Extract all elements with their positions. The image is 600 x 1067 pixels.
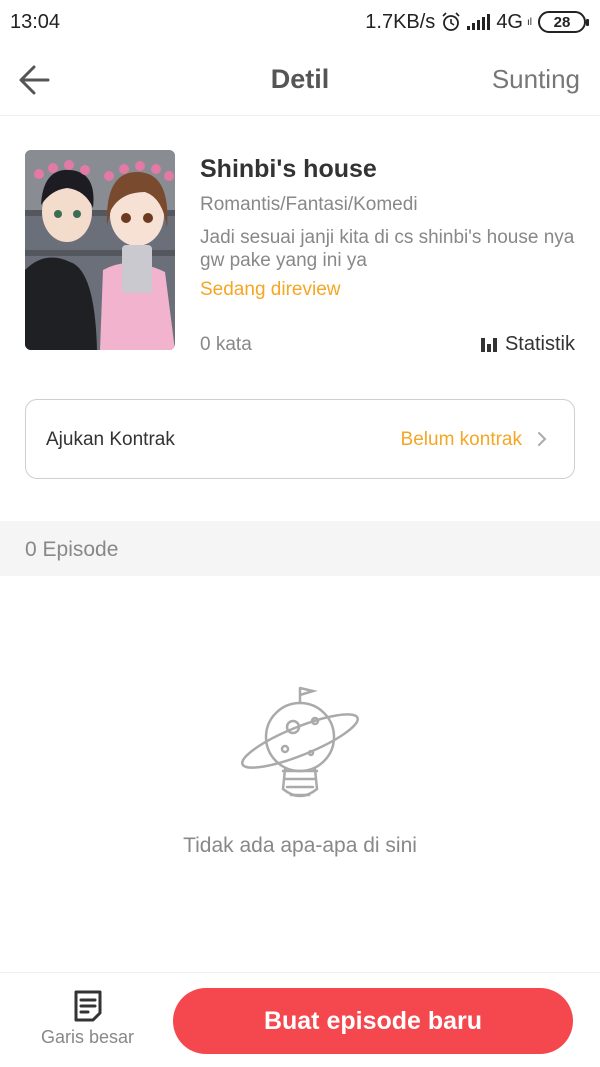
outline-label: Garis besar bbox=[40, 1027, 135, 1047]
status-indicators: 1.7KB/s 4G ıl 28 bbox=[365, 10, 589, 34]
episode-section-header: 0 Episode bbox=[0, 521, 600, 576]
lightbulb-planet-icon bbox=[241, 686, 359, 798]
bottom-action-bar: Garis besar Buat episode baru bbox=[0, 972, 600, 1067]
word-count: 0 kata bbox=[200, 334, 252, 355]
network-tag: ıl bbox=[527, 16, 532, 28]
network-speed: 1.7KB/s bbox=[365, 10, 436, 33]
bar-chart-icon bbox=[480, 337, 497, 352]
document-list-icon bbox=[74, 990, 101, 1022]
chevron-right-icon bbox=[538, 432, 547, 446]
book-title: Shinbi's house bbox=[200, 155, 377, 183]
status-time: 13:04 bbox=[10, 10, 61, 33]
signal-icon bbox=[467, 14, 491, 30]
top-nav-bar: Detil Sunting bbox=[0, 44, 600, 116]
detail-screen: 13:04 1.7KB/s 4G ıl 28 Detil Sunting Shi… bbox=[0, 0, 600, 1067]
status-bar: 13:04 1.7KB/s 4G ıl 28 bbox=[0, 0, 600, 44]
outline-button[interactable]: Garis besar bbox=[30, 989, 145, 1055]
alarm-icon bbox=[442, 12, 460, 31]
contract-label: Ajukan Kontrak bbox=[46, 429, 175, 450]
edit-button[interactable]: Sunting bbox=[492, 64, 580, 95]
empty-state-text: Tidak ada apa-apa di sini bbox=[183, 834, 417, 857]
create-episode-button[interactable]: Buat episode baru bbox=[173, 988, 573, 1054]
review-status: Sedang direview bbox=[200, 279, 341, 300]
battery-icon: 28 bbox=[538, 11, 589, 33]
network-type: 4G bbox=[496, 10, 523, 33]
book-cover-image[interactable] bbox=[25, 150, 175, 350]
battery-level: 28 bbox=[553, 13, 571, 31]
contract-status: Belum kontrak bbox=[400, 429, 522, 450]
book-description: Jadi sesuai janji kita di cs shinbi's ho… bbox=[200, 227, 575, 271]
statistics-button[interactable]: Statistik bbox=[480, 333, 575, 356]
book-genre: Romantis/Fantasi/Komedi bbox=[200, 194, 418, 215]
contract-row[interactable]: Ajukan Kontrak Belum kontrak bbox=[25, 399, 575, 479]
statistics-label: Statistik bbox=[504, 333, 575, 355]
episode-count: 0 Episode bbox=[25, 538, 119, 561]
